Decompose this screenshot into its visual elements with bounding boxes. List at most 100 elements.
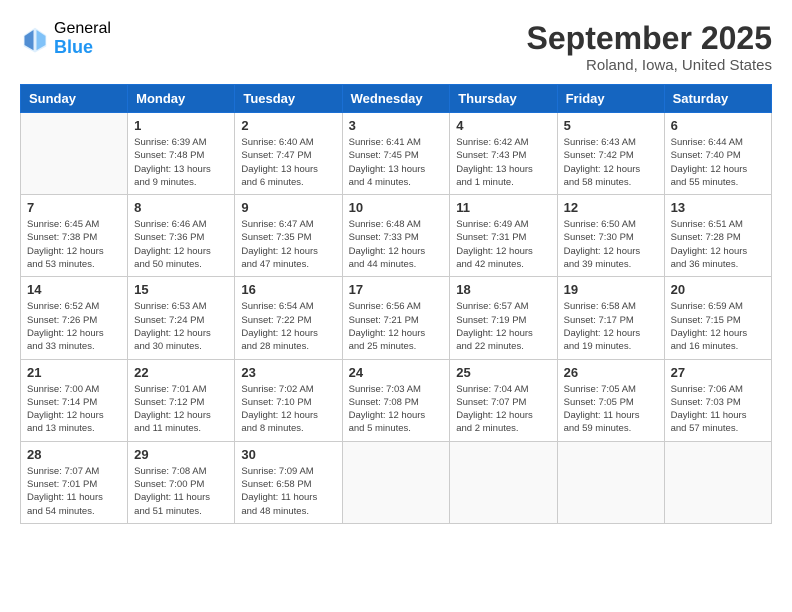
day-number: 7	[27, 200, 121, 215]
logo: General Blue	[20, 20, 111, 57]
day-number: 4	[456, 118, 550, 133]
calendar-cell: 1 Sunrise: 6:39 AM Sunset: 7:48 PM Daylig…	[128, 113, 235, 195]
calendar-week-row: 7 Sunrise: 6:45 AM Sunset: 7:38 PM Daylig…	[21, 195, 772, 277]
day-number: 17	[349, 282, 444, 297]
title-section: September 2025 Roland, Iowa, United Stat…	[527, 20, 772, 74]
calendar-cell: 15Sunrise: 6:53 AM Sunset: 7:24 PM Dayli…	[128, 277, 235, 359]
calendar-cell	[557, 441, 664, 523]
day-info: Sunrise: 6:50 AM Sunset: 7:30 PM Dayligh…	[564, 218, 658, 271]
day-number: 22	[134, 365, 228, 380]
day-info: Sunrise: 7:01 AM Sunset: 7:12 PM Dayligh…	[134, 383, 228, 436]
logo-text: General Blue	[54, 20, 111, 57]
calendar-cell: 30Sunrise: 7:09 AM Sunset: 6:58 PM Dayli…	[235, 441, 342, 523]
col-header-thursday: Thursday	[450, 85, 557, 113]
day-info: Sunrise: 7:06 AM Sunset: 7:03 PM Dayligh…	[671, 383, 765, 436]
calendar-cell: 14Sunrise: 6:52 AM Sunset: 7:26 PM Dayli…	[21, 277, 128, 359]
day-info: Sunrise: 6:49 AM Sunset: 7:31 PM Dayligh…	[456, 218, 550, 271]
day-info: Sunrise: 6:44 AM Sunset: 7:40 PM Dayligh…	[671, 136, 765, 189]
calendar-cell: 23Sunrise: 7:02 AM Sunset: 7:10 PM Dayli…	[235, 359, 342, 441]
logo-icon	[20, 24, 50, 54]
col-header-friday: Friday	[557, 85, 664, 113]
day-info: Sunrise: 6:40 AM Sunset: 7:47 PM Dayligh…	[241, 136, 335, 189]
day-number: 10	[349, 200, 444, 215]
day-number: 15	[134, 282, 228, 297]
logo-general: General	[54, 20, 111, 38]
day-info: Sunrise: 6:45 AM Sunset: 7:38 PM Dayligh…	[27, 218, 121, 271]
calendar-cell: 22 Sunrise: 7:01 AM Sunset: 7:12 PM Dayli…	[128, 359, 235, 441]
day-info: Sunrise: 6:42 AM Sunset: 7:43 PM Dayligh…	[456, 136, 550, 189]
calendar-cell: 25 Sunrise: 7:04 AM Sunset: 7:07 PM Dayli…	[450, 359, 557, 441]
calendar-cell: 8 Sunrise: 6:46 AM Sunset: 7:36 PM Daylig…	[128, 195, 235, 277]
day-number: 16	[241, 282, 335, 297]
day-number: 12	[564, 200, 658, 215]
calendar-header-row: SundayMondayTuesdayWednesdayThursdayFrid…	[21, 85, 772, 113]
day-number: 28	[27, 447, 121, 462]
calendar-cell	[21, 113, 128, 195]
day-number: 1	[134, 118, 228, 133]
day-number: 25	[456, 365, 550, 380]
day-info: Sunrise: 6:54 AM Sunset: 7:22 PM Dayligh…	[241, 300, 335, 353]
calendar-cell: 24Sunrise: 7:03 AM Sunset: 7:08 PM Dayli…	[342, 359, 450, 441]
day-info: Sunrise: 6:59 AM Sunset: 7:15 PM Dayligh…	[671, 300, 765, 353]
calendar-cell: 21 Sunrise: 7:00 AM Sunset: 7:14 PM Dayli…	[21, 359, 128, 441]
day-number: 2	[241, 118, 335, 133]
day-number: 11	[456, 200, 550, 215]
day-info: Sunrise: 6:39 AM Sunset: 7:48 PM Dayligh…	[134, 136, 228, 189]
calendar-cell: 28Sunrise: 7:07 AM Sunset: 7:01 PM Dayli…	[21, 441, 128, 523]
day-info: Sunrise: 6:56 AM Sunset: 7:21 PM Dayligh…	[349, 300, 444, 353]
col-header-sunday: Sunday	[21, 85, 128, 113]
day-number: 9	[241, 200, 335, 215]
calendar-table: SundayMondayTuesdayWednesdayThursdayFrid…	[20, 84, 772, 524]
calendar-cell: 26 Sunrise: 7:05 AM Sunset: 7:05 PM Dayli…	[557, 359, 664, 441]
col-header-saturday: Saturday	[664, 85, 771, 113]
calendar-cell: 18Sunrise: 6:57 AM Sunset: 7:19 PM Dayli…	[450, 277, 557, 359]
col-header-tuesday: Tuesday	[235, 85, 342, 113]
day-number: 13	[671, 200, 765, 215]
day-number: 26	[564, 365, 658, 380]
day-info: Sunrise: 6:47 AM Sunset: 7:35 PM Dayligh…	[241, 218, 335, 271]
calendar-cell	[450, 441, 557, 523]
day-info: Sunrise: 7:04 AM Sunset: 7:07 PM Dayligh…	[456, 383, 550, 436]
day-info: Sunrise: 6:58 AM Sunset: 7:17 PM Dayligh…	[564, 300, 658, 353]
calendar-week-row: 1 Sunrise: 6:39 AM Sunset: 7:48 PM Daylig…	[21, 113, 772, 195]
day-number: 19	[564, 282, 658, 297]
day-number: 21	[27, 365, 121, 380]
day-number: 27	[671, 365, 765, 380]
page-header: General Blue September 2025 Roland, Iowa…	[20, 20, 772, 74]
calendar-week-row: 21 Sunrise: 7:00 AM Sunset: 7:14 PM Dayli…	[21, 359, 772, 441]
calendar-cell: 3Sunrise: 6:41 AM Sunset: 7:45 PM Daylig…	[342, 113, 450, 195]
day-info: Sunrise: 6:43 AM Sunset: 7:42 PM Dayligh…	[564, 136, 658, 189]
day-info: Sunrise: 7:00 AM Sunset: 7:14 PM Dayligh…	[27, 383, 121, 436]
calendar-cell: 9 Sunrise: 6:47 AM Sunset: 7:35 PM Daylig…	[235, 195, 342, 277]
calendar-cell: 13Sunrise: 6:51 AM Sunset: 7:28 PM Dayli…	[664, 195, 771, 277]
day-number: 6	[671, 118, 765, 133]
calendar-cell: 20Sunrise: 6:59 AM Sunset: 7:15 PM Dayli…	[664, 277, 771, 359]
calendar-week-row: 28Sunrise: 7:07 AM Sunset: 7:01 PM Dayli…	[21, 441, 772, 523]
calendar-cell: 2 Sunrise: 6:40 AM Sunset: 7:47 PM Daylig…	[235, 113, 342, 195]
day-number: 29	[134, 447, 228, 462]
calendar-cell: 19 Sunrise: 6:58 AM Sunset: 7:17 PM Dayli…	[557, 277, 664, 359]
calendar-cell: 29Sunrise: 7:08 AM Sunset: 7:00 PM Dayli…	[128, 441, 235, 523]
day-number: 18	[456, 282, 550, 297]
calendar-cell	[342, 441, 450, 523]
day-info: Sunrise: 6:46 AM Sunset: 7:36 PM Dayligh…	[134, 218, 228, 271]
calendar-cell: 17 Sunrise: 6:56 AM Sunset: 7:21 PM Dayli…	[342, 277, 450, 359]
day-number: 8	[134, 200, 228, 215]
day-info: Sunrise: 7:09 AM Sunset: 6:58 PM Dayligh…	[241, 465, 335, 518]
calendar-cell: 11 Sunrise: 6:49 AM Sunset: 7:31 PM Dayli…	[450, 195, 557, 277]
calendar-cell: 4 Sunrise: 6:42 AM Sunset: 7:43 PM Daylig…	[450, 113, 557, 195]
day-number: 23	[241, 365, 335, 380]
logo-blue: Blue	[54, 38, 111, 58]
day-number: 24	[349, 365, 444, 380]
calendar-cell	[664, 441, 771, 523]
day-info: Sunrise: 6:48 AM Sunset: 7:33 PM Dayligh…	[349, 218, 444, 271]
day-info: Sunrise: 7:05 AM Sunset: 7:05 PM Dayligh…	[564, 383, 658, 436]
calendar-week-row: 14Sunrise: 6:52 AM Sunset: 7:26 PM Dayli…	[21, 277, 772, 359]
month-year-title: September 2025	[527, 20, 772, 57]
day-info: Sunrise: 6:41 AM Sunset: 7:45 PM Dayligh…	[349, 136, 444, 189]
calendar-cell: 5Sunrise: 6:43 AM Sunset: 7:42 PM Daylig…	[557, 113, 664, 195]
calendar-cell: 27 Sunrise: 7:06 AM Sunset: 7:03 PM Dayli…	[664, 359, 771, 441]
calendar-cell: 12 Sunrise: 6:50 AM Sunset: 7:30 PM Dayli…	[557, 195, 664, 277]
col-header-monday: Monday	[128, 85, 235, 113]
day-number: 14	[27, 282, 121, 297]
